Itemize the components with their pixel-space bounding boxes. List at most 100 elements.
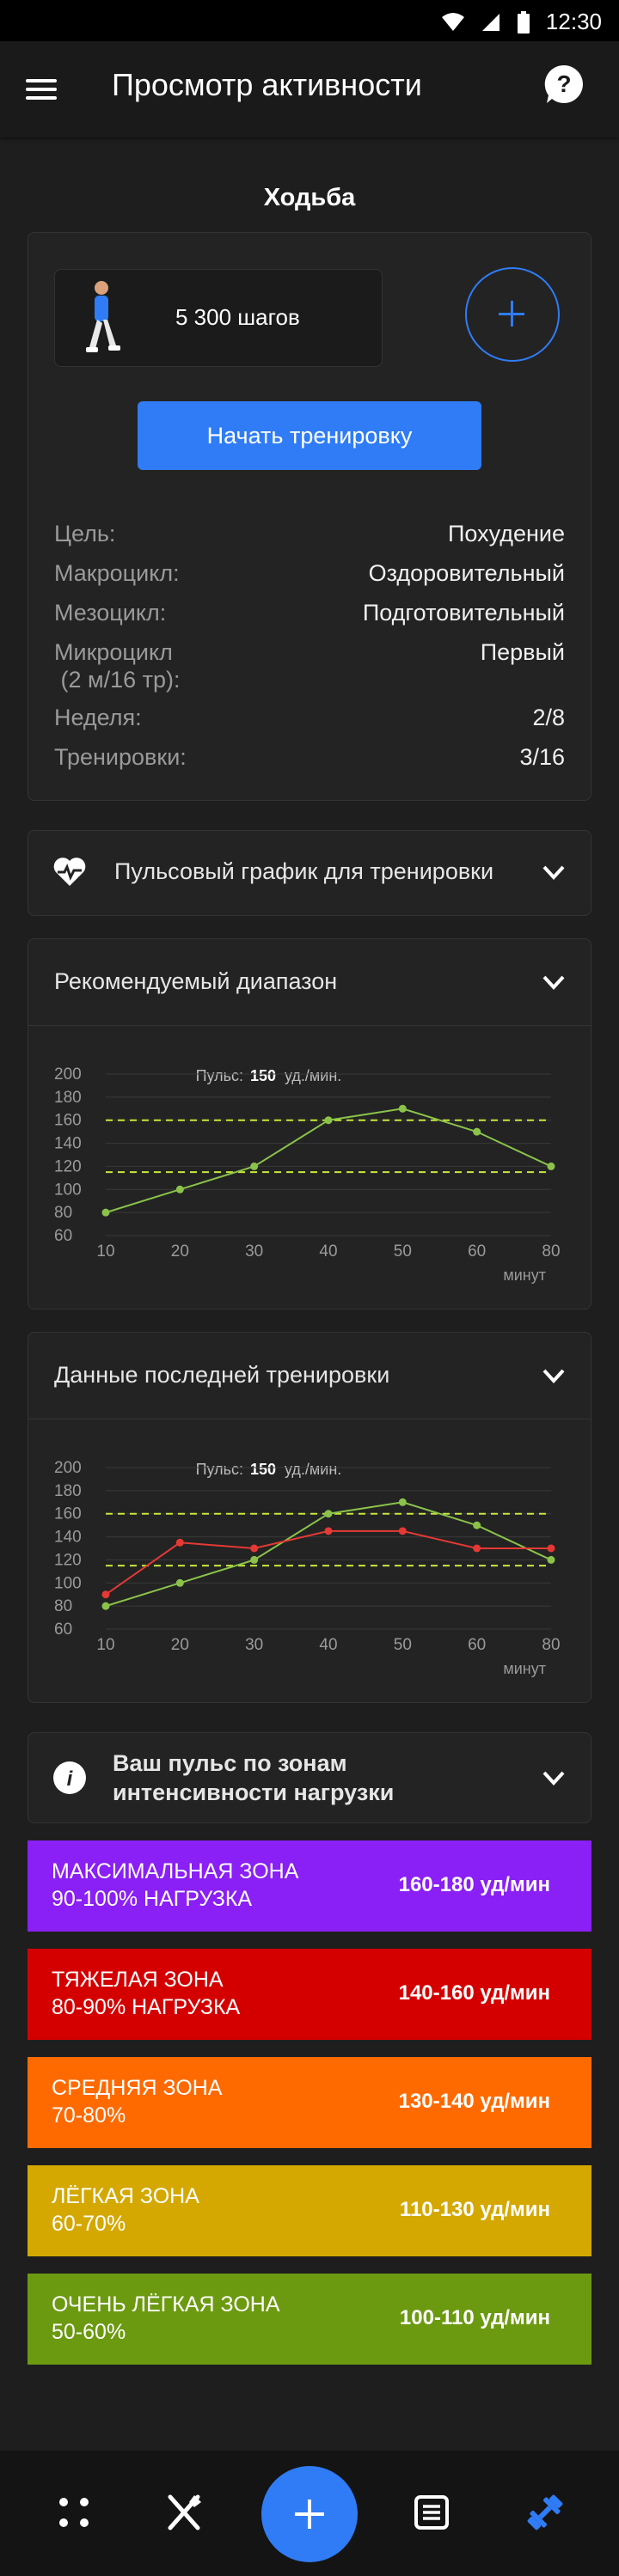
last-training-chart: Пульс: 150 уд./мин. минут 60 80 100 120 140 1…: [54, 1459, 561, 1677]
x-tick-label: 20: [171, 1242, 189, 1261]
chart-pulse-value: 150: [250, 1067, 276, 1084]
x-tick-label: 60: [468, 1242, 486, 1261]
data-point: [101, 1208, 110, 1217]
series-line: [105, 1501, 552, 1608]
data-point: [250, 1555, 259, 1564]
zone-heavy: Тяжелая зона 80-90% нагрузка 140-160 уд/м…: [28, 1949, 591, 2040]
battery-icon: [517, 10, 530, 34]
chevron-down-icon[interactable]: [541, 1365, 567, 1386]
x-tick-label: 10: [96, 1242, 114, 1261]
data-point: [250, 1162, 259, 1170]
chart-pulse-label: Пульс:: [196, 1067, 243, 1084]
chevron-down-icon[interactable]: [541, 862, 567, 882]
y-tick-label: 180: [54, 1482, 82, 1500]
y-tick-label: 60: [54, 1621, 72, 1639]
x-tick-label: 50: [394, 1636, 412, 1654]
heart-pulse-icon: [53, 858, 86, 886]
chart-pulse-value: 150: [250, 1461, 276, 1478]
x-tick-label: 40: [319, 1242, 337, 1261]
info-icon: i: [53, 1761, 86, 1794]
chart-pulse-unit: уд./мин.: [285, 1067, 341, 1084]
series-line: [105, 1108, 552, 1214]
activity-card: 5 300 шагов Начать тренировку Цель: Поху…: [28, 232, 591, 801]
recommended-range-header[interactable]: Рекомендуемый диапазон: [28, 939, 591, 1026]
data-point: [547, 1544, 555, 1553]
y-tick-label: 160: [54, 1112, 82, 1130]
x-tick-label: 60: [468, 1636, 486, 1654]
steps-counter: 5 300 шагов: [54, 269, 383, 367]
zones-header-label: Ваш пульс по зонам интенсивности нагрузк…: [113, 1750, 395, 1805]
help-icon[interactable]: ?: [543, 64, 585, 105]
data-point: [250, 1544, 259, 1553]
page-title: Просмотр активности: [112, 67, 422, 102]
x-tick-label: 40: [319, 1636, 337, 1654]
data-point: [175, 1185, 184, 1193]
y-tick-label: 80: [54, 1204, 72, 1222]
chart-x-unit: минут: [503, 1660, 546, 1677]
data-point: [101, 1602, 110, 1610]
y-tick-label: 160: [54, 1505, 82, 1523]
fork-knife-icon[interactable]: [163, 2492, 205, 2533]
zones-header[interactable]: i Ваш пульс по зонам интенсивности нагру…: [28, 1732, 591, 1823]
y-tick-label: 120: [54, 1551, 82, 1569]
activity-title: Ходьба: [263, 184, 356, 211]
chart-x-unit: минут: [503, 1267, 546, 1284]
app-bar: Просмотр активности ?: [0, 41, 619, 137]
data-point: [398, 1498, 407, 1506]
pulse-schedule-header[interactable]: Пульсовый график для тренировки: [28, 830, 591, 916]
steps-value: 5 300 шагов: [175, 304, 300, 330]
y-tick-label: 100: [54, 1574, 82, 1592]
bottom-navigation: [0, 2451, 619, 2576]
add-button[interactable]: [261, 2466, 358, 2562]
x-tick-label: 80: [542, 1242, 560, 1261]
data-point: [324, 1116, 333, 1125]
data-point: [547, 1162, 555, 1170]
data-point: [473, 1127, 481, 1136]
add-steps-button[interactable]: [465, 267, 560, 362]
x-tick-label: 20: [171, 1636, 189, 1654]
y-tick-label: 140: [54, 1135, 82, 1153]
dumbbell-icon[interactable]: [524, 2492, 566, 2533]
status-bar: 12:30: [0, 0, 619, 41]
dashboard-icon[interactable]: [53, 2492, 95, 2533]
y-tick-label: 100: [54, 1181, 82, 1199]
walking-person-icon: [86, 281, 120, 352]
chart-pulse-label: Пульс:: [196, 1461, 243, 1478]
pulse-schedule-label: Пульсовый график для тренировки: [114, 858, 494, 884]
y-tick-label: 120: [54, 1157, 82, 1175]
chevron-down-icon[interactable]: [541, 972, 567, 992]
x-tick-label: 50: [394, 1242, 412, 1261]
last-training-card: Данные последней тренировки Пульс: 150 у…: [28, 1332, 591, 1703]
x-tick-label: 30: [245, 1242, 263, 1261]
data-point: [175, 1538, 184, 1547]
data-point: [101, 1590, 110, 1599]
recommended-range-chart: Пульс: 150 уд./мин. минут 60 80 100 120 140 1…: [54, 1065, 561, 1284]
y-tick-label: 200: [54, 1065, 82, 1084]
data-point: [473, 1521, 481, 1529]
chart-pulse-unit: уд./мин.: [285, 1461, 341, 1478]
data-point: [547, 1555, 555, 1564]
svg-text:?: ?: [556, 70, 571, 97]
zone-medium: Средняя зона 70-80% 130-140 уд/мин: [28, 2057, 591, 2148]
y-tick-label: 180: [54, 1089, 82, 1107]
data-point: [398, 1527, 407, 1535]
chevron-down-icon[interactable]: [541, 1767, 567, 1788]
data-point: [324, 1527, 333, 1535]
list-icon[interactable]: [411, 2492, 452, 2533]
zone-very-light: Очень лёгкая зона 50-60% 100-110 уд/мин: [28, 2274, 591, 2365]
data-point: [175, 1578, 184, 1587]
menu-icon[interactable]: [26, 74, 64, 105]
y-tick-label: 200: [54, 1459, 82, 1477]
data-point: [473, 1544, 481, 1553]
recommended-range-card: Рекомендуемый диапазон Пульс: 150 уд./ми…: [28, 938, 591, 1309]
signal-icon: [481, 13, 499, 31]
y-tick-label: 80: [54, 1597, 72, 1615]
x-tick-label: 30: [245, 1636, 263, 1654]
start-workout-button[interactable]: Начать тренировку: [138, 401, 481, 470]
last-training-header[interactable]: Данные последней тренировки: [28, 1333, 591, 1419]
zone-light: Лёгкая зона 60-70% 110-130 уд/мин: [28, 2165, 591, 2256]
x-tick-label: 80: [542, 1636, 560, 1654]
y-tick-label: 60: [54, 1227, 72, 1245]
data-point: [398, 1104, 407, 1113]
recommended-range-label: Рекомендуемый диапазон: [54, 968, 338, 994]
